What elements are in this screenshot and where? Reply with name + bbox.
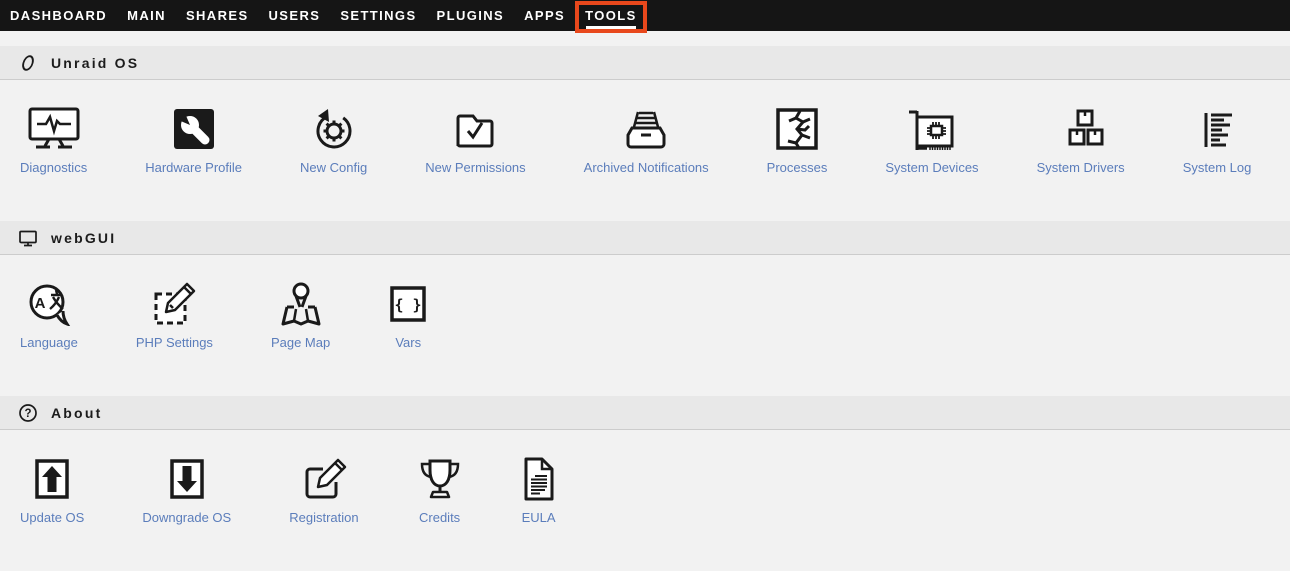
- stacked-boxes-icon: [1058, 105, 1104, 153]
- nav-tab-settings[interactable]: SETTINGS: [340, 8, 416, 23]
- section-about: ? About Update OS Downgrade OS: [0, 396, 1290, 571]
- tool-label: Processes: [767, 159, 828, 176]
- tool-label: Hardware Profile: [145, 159, 242, 176]
- tool-item-processes[interactable]: Processes: [767, 105, 828, 176]
- tool-item-system-devices[interactable]: System Devices: [885, 105, 978, 176]
- unraid-tools-page: { "nav": { "items": [ {"label": "DASHBOA…: [0, 0, 1290, 540]
- tool-label: Diagnostics: [20, 159, 87, 176]
- tool-label: Downgrade OS: [142, 509, 231, 526]
- monitor-pulse-icon: [26, 105, 82, 153]
- section-header-webgui: webGUI: [0, 221, 1290, 255]
- section-content-webgui: A Language PHP Settings: [0, 255, 1290, 396]
- svg-text:{ }: { }: [395, 296, 422, 314]
- nav-tab-main[interactable]: MAIN: [127, 8, 166, 23]
- tool-item-system-drivers[interactable]: System Drivers: [1037, 105, 1125, 176]
- wrench-square-icon: [172, 105, 216, 153]
- tool-label: Archived Notifications: [584, 159, 709, 176]
- trophy-icon: [417, 455, 463, 503]
- tool-item-new-config[interactable]: New Config: [300, 105, 367, 176]
- tool-item-system-log[interactable]: System Log: [1183, 105, 1252, 176]
- tool-label: New Permissions: [425, 159, 525, 176]
- tool-label: Registration: [289, 509, 358, 526]
- tool-item-registration[interactable]: Registration: [289, 455, 358, 526]
- tool-label: New Config: [300, 159, 367, 176]
- monitor-icon: [18, 228, 38, 248]
- map-pin-icon: [277, 280, 325, 328]
- tool-label: PHP Settings: [136, 334, 213, 351]
- tool-item-credits[interactable]: Credits: [417, 455, 463, 526]
- arrow-up-square-icon: [33, 455, 71, 503]
- tool-label: Update OS: [20, 509, 84, 526]
- tool-item-archived-notifications[interactable]: Archived Notifications: [584, 105, 709, 176]
- pci-card-icon: [906, 105, 958, 153]
- section-header-about: ? About: [0, 396, 1290, 430]
- section-content-about: Update OS Downgrade OS Registration: [0, 430, 1290, 571]
- nav-tab-users[interactable]: USERS: [269, 8, 321, 23]
- tool-item-php-settings[interactable]: PHP Settings: [136, 280, 213, 351]
- tool-label: System Drivers: [1037, 159, 1125, 176]
- section-webgui: webGUI A Language: [0, 221, 1290, 396]
- section-unraid-os: Unraid OS Diagnostics Ha: [0, 46, 1290, 221]
- folder-check-icon: [453, 105, 497, 153]
- active-tab-underline: [586, 26, 636, 29]
- edit-pencil-icon: [301, 455, 347, 503]
- tool-label: System Devices: [885, 159, 978, 176]
- nav-tab-shares[interactable]: SHARES: [186, 8, 249, 23]
- nav-tab-dashboard[interactable]: DASHBOARD: [10, 8, 107, 23]
- gear-reset-icon: [311, 105, 357, 153]
- log-lines-icon: [1195, 105, 1239, 153]
- nav-tab-tools[interactable]: TOOLS: [585, 8, 637, 23]
- question-circle-icon: ?: [18, 403, 38, 423]
- tool-label: Language: [20, 334, 78, 351]
- tool-item-page-map[interactable]: Page Map: [271, 280, 330, 351]
- tool-label: EULA: [522, 509, 556, 526]
- tool-item-downgrade-os[interactable]: Downgrade OS: [142, 455, 231, 526]
- tool-item-update-os[interactable]: Update OS: [20, 455, 84, 526]
- tool-item-new-permissions[interactable]: New Permissions: [425, 105, 525, 176]
- document-icon: [521, 455, 557, 503]
- nav-tab-apps[interactable]: APPS: [524, 8, 565, 23]
- dashed-box-pencil-icon: [151, 280, 197, 328]
- section-header-unraid-os: Unraid OS: [0, 46, 1290, 80]
- tool-item-diagnostics[interactable]: Diagnostics: [20, 105, 87, 176]
- braces-square-icon: { }: [388, 280, 428, 328]
- archive-tray-icon: [622, 105, 670, 153]
- section-content-unraid-os: Diagnostics Hardware Profile: [0, 80, 1290, 221]
- section-title: About: [51, 405, 102, 421]
- tool-label: System Log: [1183, 159, 1252, 176]
- arrow-down-square-icon: [168, 455, 206, 503]
- tool-label: Page Map: [271, 334, 330, 351]
- tool-item-eula[interactable]: EULA: [521, 455, 557, 526]
- nav-tab-tools-label: TOOLS: [585, 8, 637, 23]
- tool-label: Credits: [419, 509, 460, 526]
- svg-text:?: ?: [24, 408, 31, 420]
- tool-item-hardware-profile[interactable]: Hardware Profile: [145, 105, 242, 176]
- translate-bubble-icon: A: [26, 280, 72, 328]
- unraid-logo-icon: [18, 53, 38, 73]
- tool-item-language[interactable]: A Language: [20, 280, 78, 351]
- svg-text:A: A: [35, 295, 46, 312]
- section-title: Unraid OS: [51, 55, 139, 71]
- section-title: webGUI: [51, 230, 116, 246]
- tool-item-vars[interactable]: { } Vars: [388, 280, 428, 351]
- tool-label: Vars: [395, 334, 421, 351]
- top-nav-bar: DASHBOARD MAIN SHARES USERS SETTINGS PLU…: [0, 0, 1290, 31]
- nav-tab-plugins[interactable]: PLUGINS: [437, 8, 505, 23]
- cracked-square-icon: [775, 105, 819, 153]
